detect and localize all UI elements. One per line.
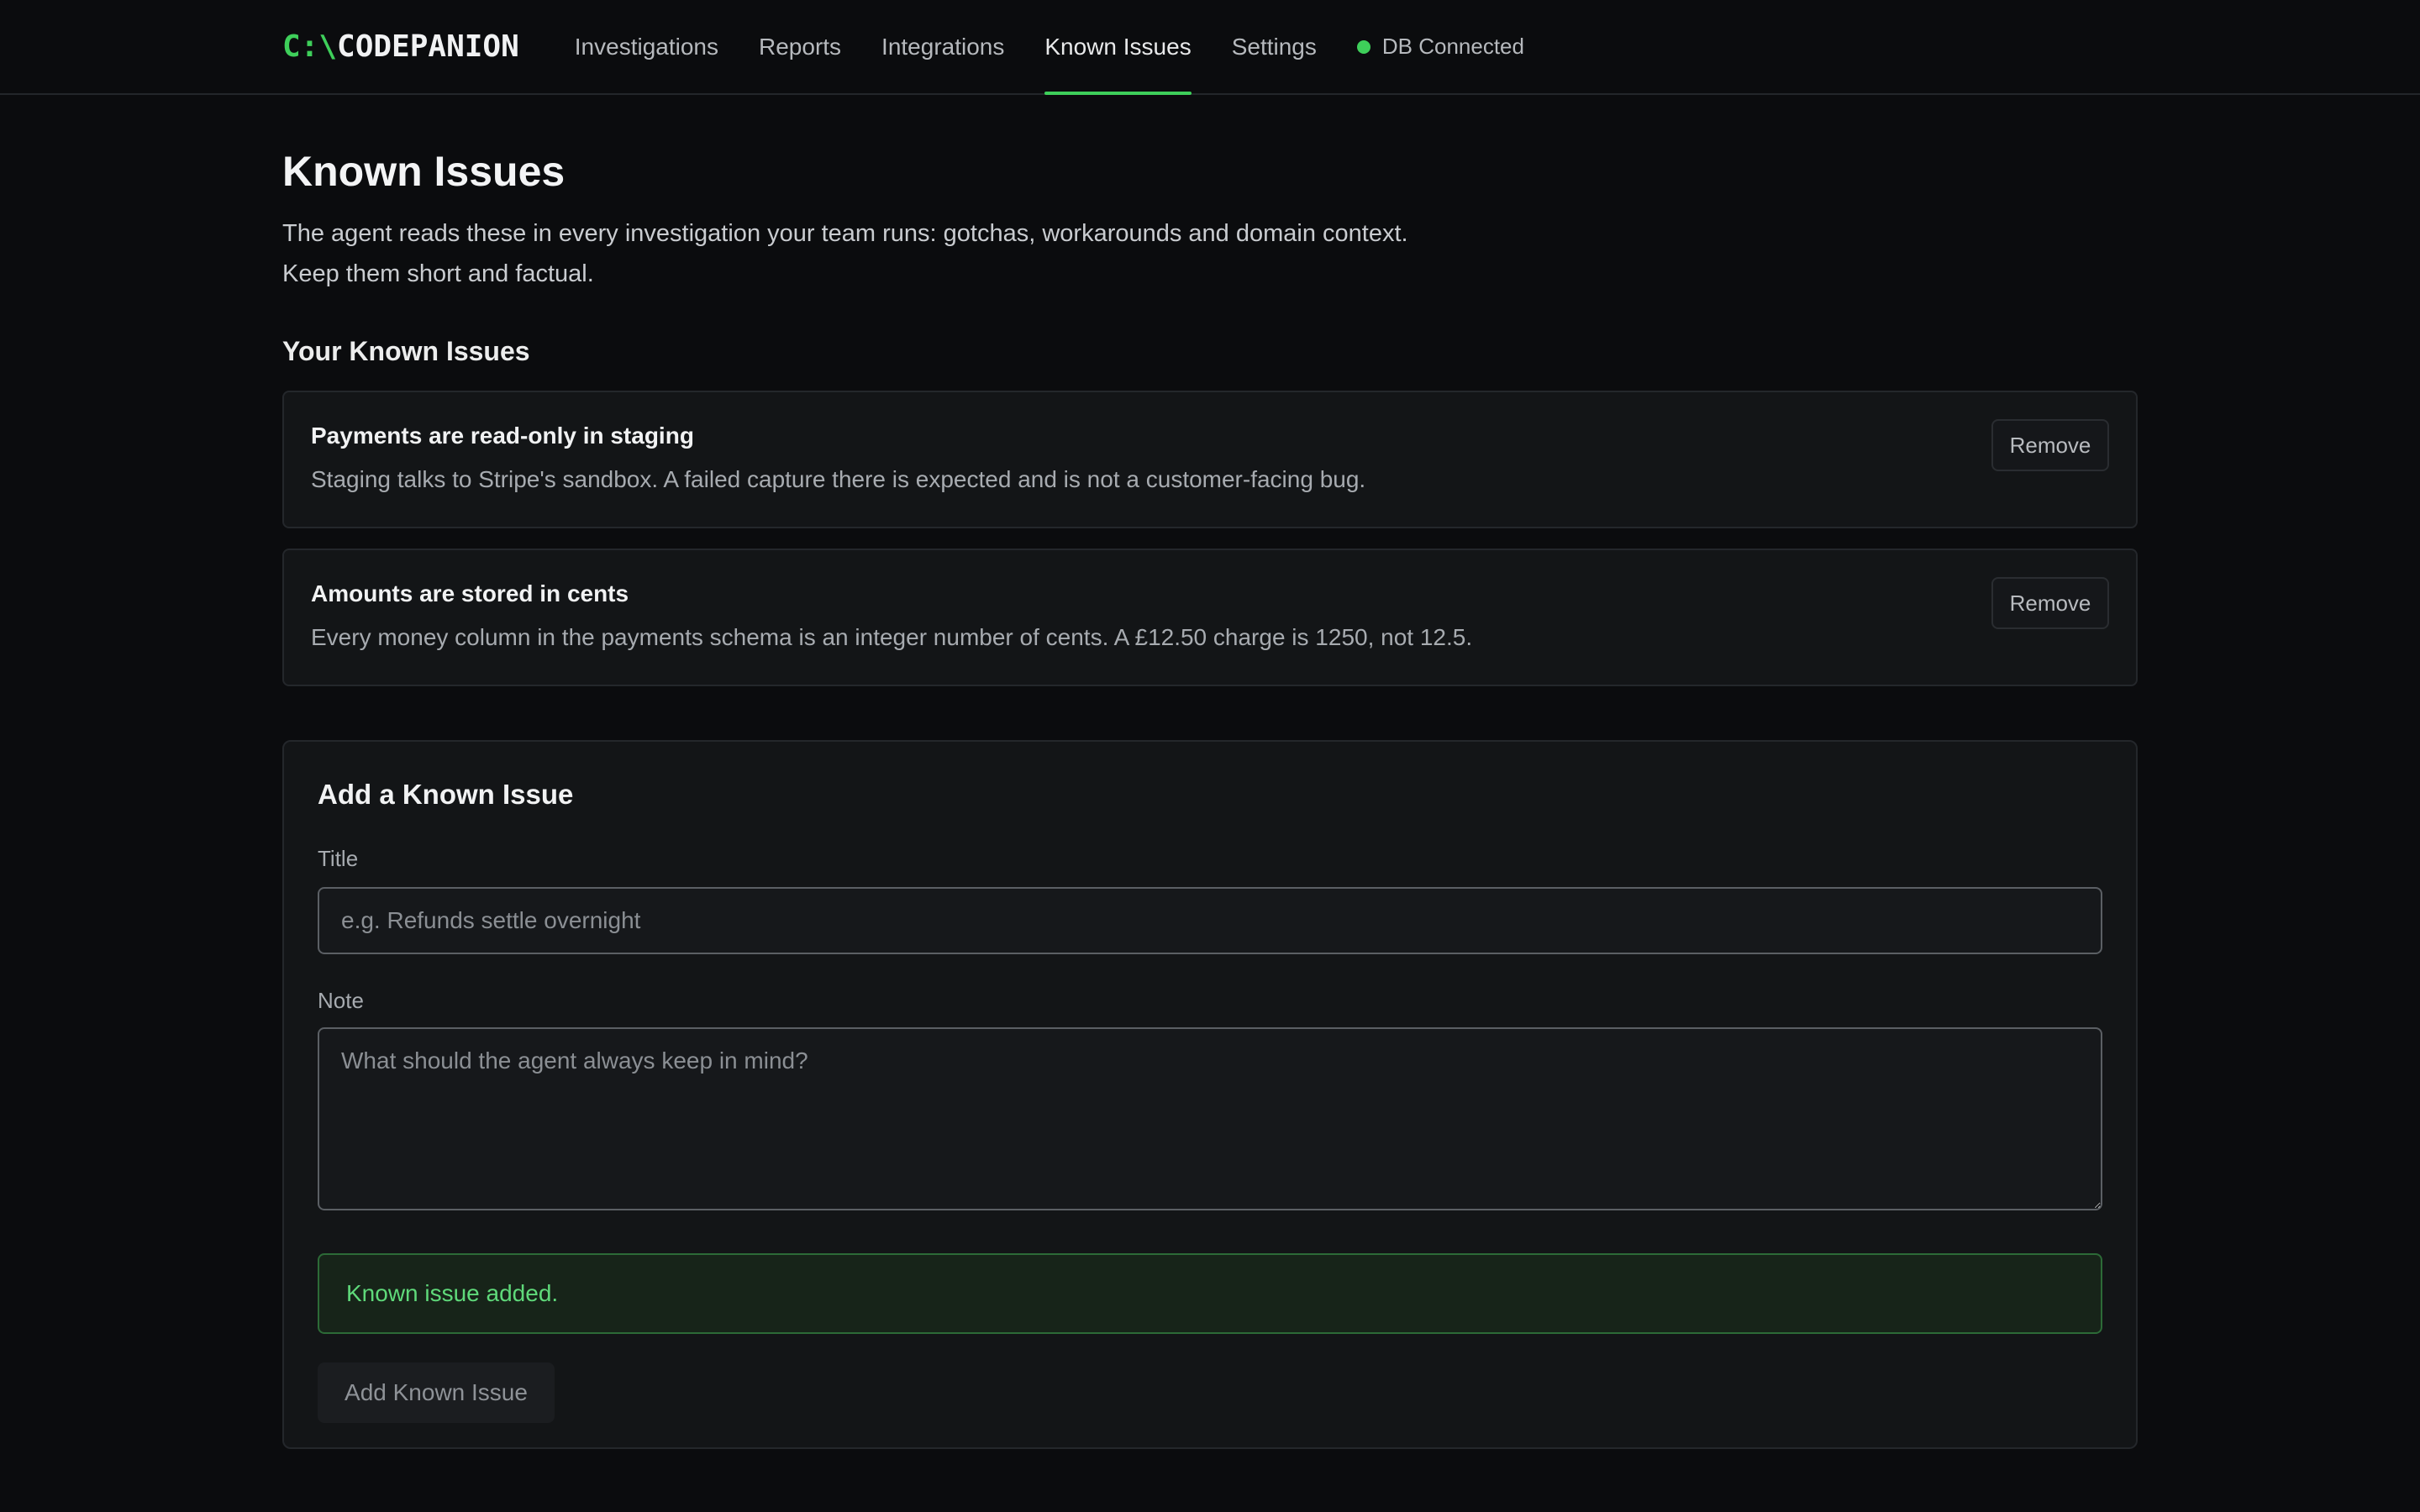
db-status-text: DB Connected [1381, 34, 1524, 59]
nav-reports[interactable]: Reports [759, 0, 841, 93]
nav-known-issues[interactable]: Known Issues [1044, 0, 1192, 95]
title-input[interactable] [318, 887, 2102, 954]
known-issue-title: Amounts are stored in cents [311, 580, 629, 606]
add-known-issue-button[interactable]: Add Known Issue [318, 1362, 555, 1423]
page-description: The agent reads these in every investiga… [282, 220, 1408, 287]
known-issue-card: Payments are read-only in staging Stagin… [282, 391, 2138, 528]
status-dot-icon [1356, 39, 1370, 54]
issues-section-title: Your Known Issues [282, 336, 530, 366]
nav-settings[interactable]: Settings [1232, 0, 1317, 93]
known-issue-note: Staging talks to Stripe's sandbox. A fai… [311, 466, 1366, 492]
known-issue-card: Amounts are stored in cents Every money … [282, 549, 2138, 686]
main-nav: Investigations Reports Integrations Know… [575, 0, 1357, 95]
remove-issue-button[interactable]: Remove [1991, 419, 2109, 471]
logo-name: CODEPANION [337, 29, 519, 64]
nav-integrations[interactable]: Integrations [881, 0, 1004, 93]
app-logo[interactable]: C:\ CODEPANION [282, 29, 519, 64]
nav-investigations[interactable]: Investigations [575, 0, 718, 93]
note-textarea[interactable] [318, 1027, 2102, 1210]
add-form-title: Add a Known Issue [318, 779, 574, 810]
note-field-label: Note [318, 988, 364, 1013]
top-navigation-bar: C:\ CODEPANION Investigations Reports Int… [0, 0, 2420, 95]
db-status: DB Connected [1356, 34, 1524, 60]
title-field-label: Title [318, 846, 359, 871]
add-known-issue-form: Add a Known Issue Title Note Known issue… [282, 740, 2138, 1449]
main-content: Known Issues The agent reads these in ev… [282, 95, 2138, 1449]
top-navigation-content: C:\ CODEPANION Investigations Reports Int… [282, 0, 1524, 95]
remove-issue-button[interactable]: Remove [1991, 577, 2109, 629]
logo-prefix: C:\ [282, 29, 338, 64]
known-issue-title: Payments are read-only in staging [311, 423, 694, 449]
page-title: Known Issues [282, 148, 566, 195]
success-message: Known issue added. [318, 1253, 2102, 1334]
known-issue-note: Every money column in the payments schem… [311, 624, 1473, 650]
